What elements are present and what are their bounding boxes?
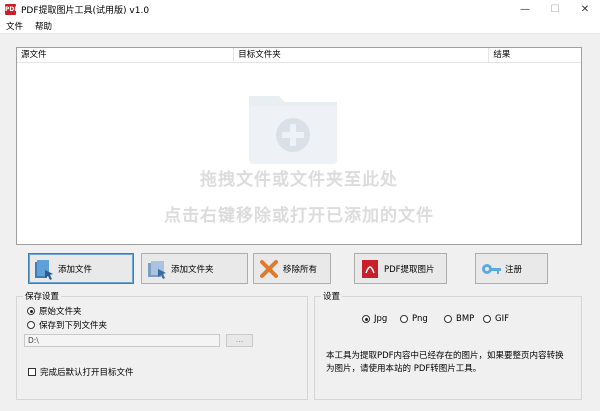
open-after-label: 完成后默认打开目标文件 bbox=[40, 368, 134, 378]
settings-group: 设置 bbox=[314, 290, 582, 400]
radio-original-folder[interactable]: 原始文件夹 bbox=[27, 305, 82, 317]
menu-bar: 文件 帮助 bbox=[0, 18, 600, 34]
column-source-file[interactable]: 源文件 bbox=[17, 48, 235, 62]
radio-original-label: 原始文件夹 bbox=[39, 307, 82, 317]
window-title: PDF提取图片工具(试用版) v1.0 bbox=[21, 5, 150, 16]
format-gif-indicator[interactable] bbox=[483, 315, 491, 323]
browse-button[interactable]: ... bbox=[226, 334, 253, 347]
save-settings-title: 保存设置 bbox=[23, 290, 62, 302]
add-file-button[interactable]: 添加文件 bbox=[28, 253, 134, 284]
minimize-button[interactable]: — bbox=[510, 0, 540, 18]
column-result[interactable]: 结果 bbox=[489, 48, 581, 62]
format-png[interactable]: Png bbox=[400, 314, 428, 324]
format-gif[interactable]: GIF bbox=[483, 314, 509, 324]
tool-description: 本工具为提取PDF内容中已经存在的图片，如果要整页内容转换为图片，请使用本站的 … bbox=[326, 351, 564, 374]
format-jpg-indicator[interactable] bbox=[362, 315, 370, 323]
remove-all-button[interactable]: 移除所有 bbox=[253, 253, 331, 284]
title-bar: PDF PDF提取图片工具(试用版) v1.0 — ☐ ✕ bbox=[0, 0, 600, 18]
open-after-checkbox[interactable] bbox=[28, 368, 36, 376]
output-path-input[interactable] bbox=[24, 334, 220, 347]
right-click-hint: 点击右键移除或打开已添加的文件 bbox=[164, 206, 434, 226]
add-folder-button[interactable]: 添加文件夹 bbox=[141, 253, 248, 284]
key-icon bbox=[482, 263, 501, 274]
column-target-folder[interactable]: 目标文件夹 bbox=[234, 48, 490, 62]
open-after-checkbox-row[interactable]: 完成后默认打开目标文件 bbox=[28, 366, 134, 378]
extract-label: PDF提取图片 bbox=[384, 264, 435, 275]
pdf-icon bbox=[362, 259, 378, 278]
register-label: 注册 bbox=[505, 264, 523, 275]
radio-custom-folder[interactable]: 保存到下列文件夹 bbox=[27, 319, 107, 331]
format-jpg[interactable]: Jpg bbox=[362, 314, 387, 324]
menu-file[interactable]: 文件 bbox=[0, 20, 29, 32]
format-png-indicator[interactable] bbox=[400, 315, 408, 323]
format-bmp[interactable]: BMP bbox=[444, 314, 474, 324]
list-header: 源文件 目标文件夹 结果 bbox=[17, 48, 581, 63]
add-folder-label: 添加文件夹 bbox=[171, 264, 214, 275]
add-file-icon bbox=[35, 259, 53, 280]
format-bmp-indicator[interactable] bbox=[444, 315, 452, 323]
add-folder-icon bbox=[148, 260, 166, 279]
format-bmp-label: BMP bbox=[456, 314, 475, 324]
maximize-button[interactable]: ☐ bbox=[540, 0, 570, 18]
add-file-label: 添加文件 bbox=[58, 264, 93, 275]
register-button[interactable]: 注册 bbox=[475, 253, 548, 284]
radio-custom-label: 保存到下列文件夹 bbox=[39, 321, 108, 331]
drag-drop-hint: 拖拽文件或文件夹至此处 bbox=[200, 170, 398, 190]
format-jpg-label: Jpg bbox=[374, 314, 388, 324]
format-png-label: Png bbox=[412, 314, 428, 324]
file-list[interactable]: 源文件 目标文件夹 结果 拖拽文件或文件夹至此处 点击右键移除或打开已添加的文件 bbox=[16, 47, 582, 245]
menu-help[interactable]: 帮助 bbox=[29, 20, 58, 32]
extract-button[interactable]: PDF提取图片 bbox=[354, 253, 447, 284]
radio-original-indicator[interactable] bbox=[27, 307, 35, 315]
app-pdf-icon: PDF bbox=[5, 3, 19, 15]
settings-title: 设置 bbox=[321, 290, 343, 302]
close-button[interactable]: ✕ bbox=[570, 0, 600, 18]
add-folder-placeholder-icon bbox=[249, 96, 337, 164]
radio-custom-indicator[interactable] bbox=[27, 321, 35, 329]
remove-x-icon bbox=[260, 259, 278, 278]
remove-all-label: 移除所有 bbox=[283, 264, 318, 275]
format-gif-label: GIF bbox=[495, 314, 509, 324]
